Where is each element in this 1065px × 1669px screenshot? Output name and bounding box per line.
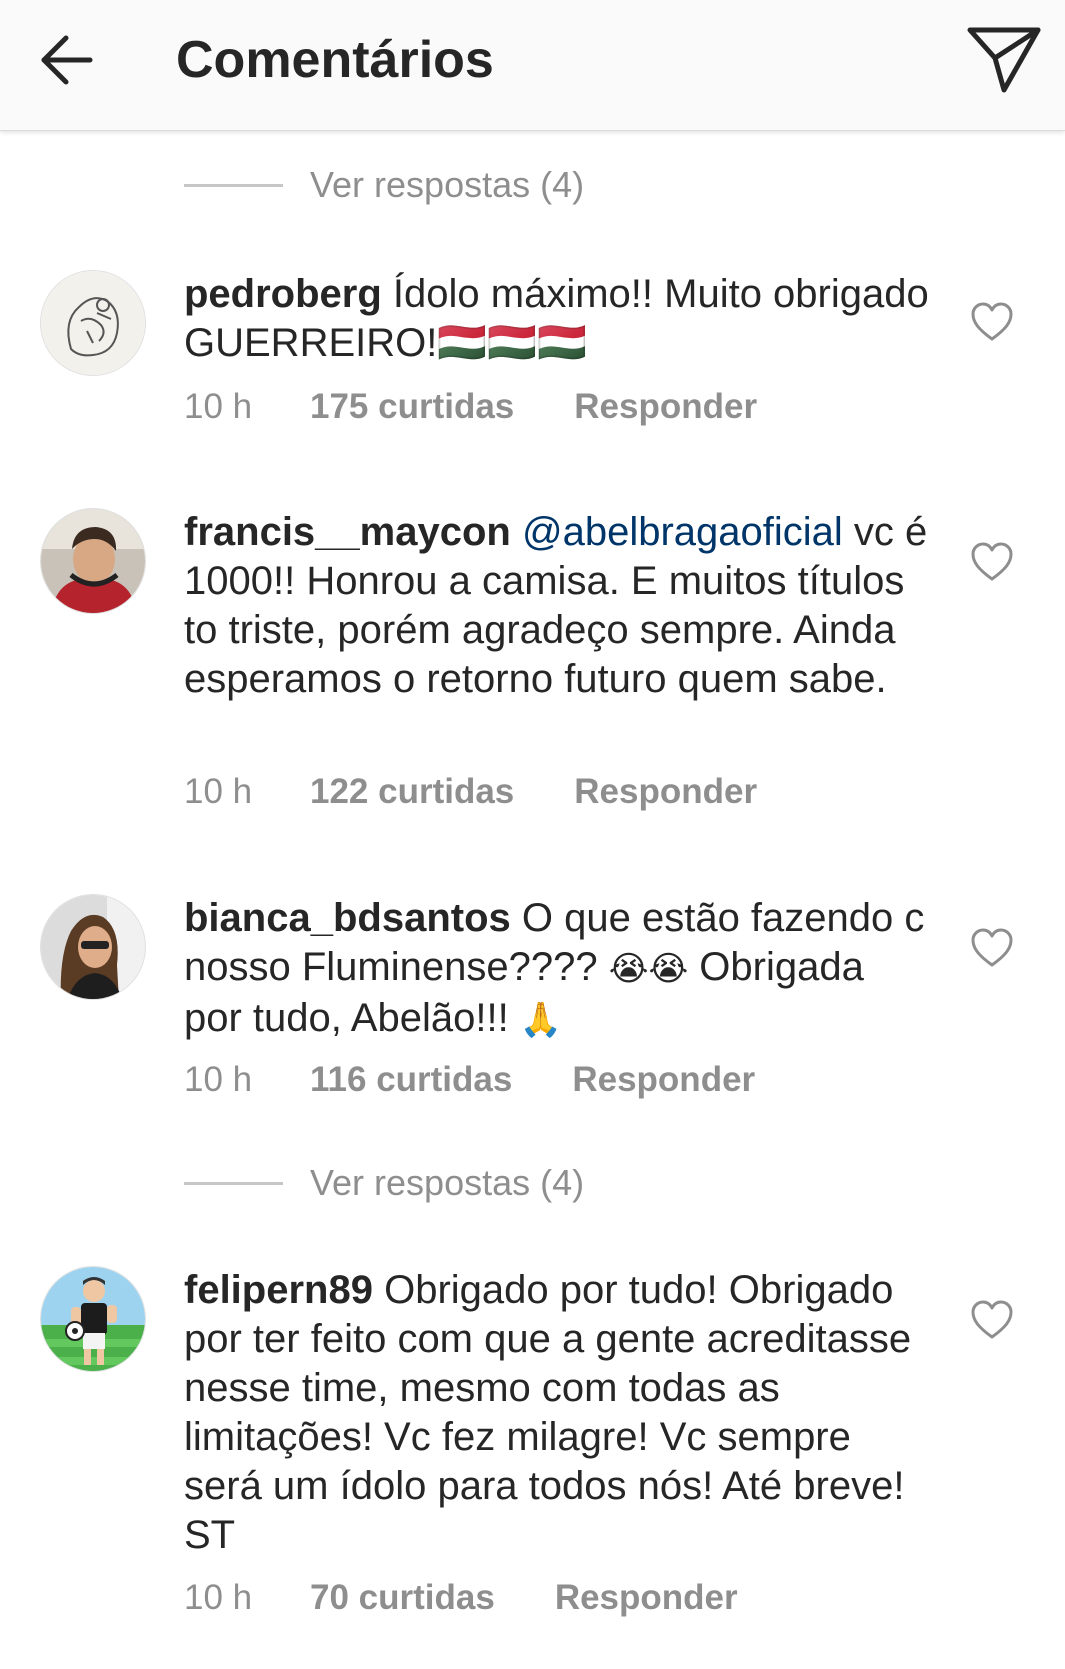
- paper-plane-icon: [967, 27, 1041, 93]
- likes-count[interactable]: 175 curtidas: [310, 385, 514, 429]
- heart-icon: [971, 928, 1013, 967]
- comment-text: felipern89 Obrigado por tudo! Obrigado p…: [184, 1266, 932, 1560]
- comment-time: 10 h: [184, 1578, 253, 1617]
- reply-button[interactable]: Responder: [574, 770, 757, 814]
- avatar[interactable]: [40, 270, 146, 376]
- comment-meta: 10 h 116 curtidas Responder: [184, 1058, 755, 1102]
- comment-username[interactable]: bianca_bdsantos: [184, 896, 511, 940]
- crying-emoji: 😭😭: [608, 949, 689, 989]
- comment-username[interactable]: francis__maycon: [184, 510, 511, 554]
- view-replies-label: Ver respostas (4): [310, 1162, 585, 1203]
- avatar[interactable]: [40, 1266, 146, 1372]
- avatar[interactable]: [40, 508, 146, 614]
- bowing-emoji: 🙏: [519, 1000, 563, 1040]
- arrow-left-icon: [41, 35, 93, 85]
- page-title: Comentários: [176, 31, 494, 89]
- comment-time: 10 h: [184, 1060, 253, 1099]
- like-button[interactable]: [970, 928, 1014, 968]
- like-button[interactable]: [970, 302, 1014, 342]
- comment-time: 10 h: [184, 387, 253, 426]
- mention-link[interactable]: @abelbragaoficial: [522, 510, 843, 554]
- divider-line: [184, 184, 283, 187]
- reply-button[interactable]: Responder: [574, 385, 757, 429]
- likes-count[interactable]: 122 curtidas: [310, 770, 514, 814]
- comment-username[interactable]: felipern89: [184, 1268, 373, 1312]
- top-bar: Comentários: [0, 0, 1065, 131]
- comment-text: bianca_bdsantos O que estão fazendo c no…: [184, 894, 932, 1045]
- like-button[interactable]: [970, 542, 1014, 582]
- avatar[interactable]: [40, 894, 146, 1000]
- comment-time: 10 h: [184, 772, 253, 811]
- heart-icon: [971, 1300, 1013, 1339]
- reply-button[interactable]: Responder: [572, 1058, 755, 1102]
- share-button[interactable]: [964, 22, 1044, 98]
- comment-meta: 10 h 70 curtidas Responder: [184, 1576, 738, 1620]
- comment-text: pedroberg Ídolo máximo!! Muito obrigado …: [184, 270, 932, 368]
- comment-username[interactable]: pedroberg: [184, 272, 382, 316]
- heart-icon: [971, 302, 1013, 341]
- back-button[interactable]: [36, 28, 100, 92]
- comment-meta: 10 h 122 curtidas Responder: [184, 770, 757, 814]
- view-replies-label: Ver respostas (4): [310, 164, 585, 205]
- likes-count[interactable]: 116 curtidas: [310, 1058, 512, 1102]
- heart-icon: [971, 542, 1013, 581]
- divider-line: [184, 1182, 283, 1185]
- comment-text: francis__maycon @abelbragaoficial vc é 1…: [184, 508, 932, 704]
- comment-meta: 10 h 175 curtidas Responder: [184, 385, 757, 429]
- likes-count[interactable]: 70 curtidas: [310, 1576, 495, 1620]
- like-button[interactable]: [970, 1300, 1014, 1340]
- reply-button[interactable]: Responder: [555, 1576, 738, 1620]
